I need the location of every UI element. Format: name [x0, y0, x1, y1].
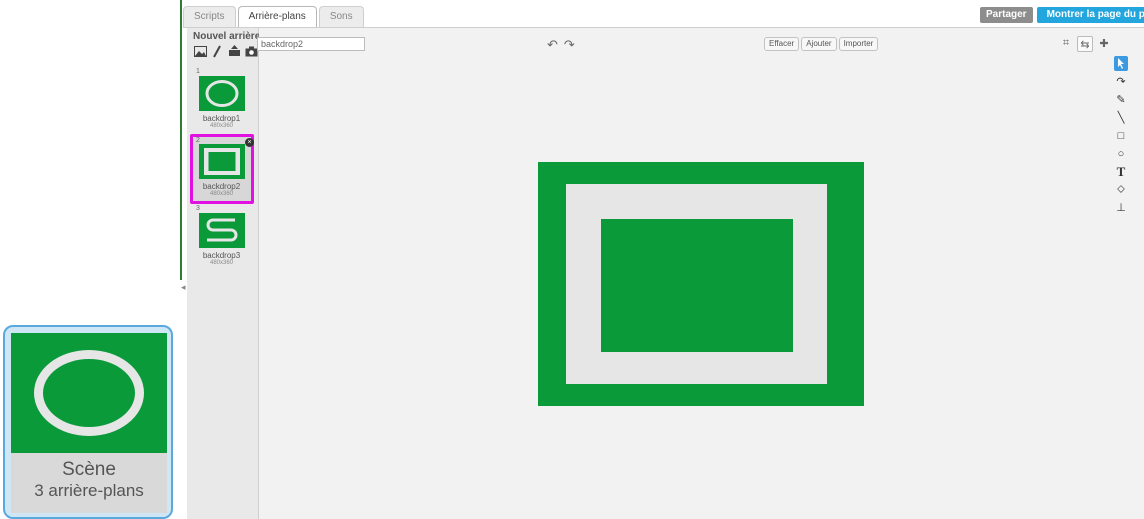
stamp-icon[interactable]: ⊥ — [1114, 200, 1128, 215]
backdrop-item[interactable]: 3 backdrop3 480x360 — [190, 205, 253, 266]
backdrop-size: 480x360 — [209, 260, 234, 266]
inner-green-rectangle — [601, 219, 793, 352]
backdrop-number: 3 — [196, 205, 200, 212]
header-actions: Partager Montrer la page du projet — [980, 7, 1144, 23]
stage-selector[interactable]: Scène 3 arrière-plans — [3, 325, 173, 519]
ellipse-icon[interactable]: ○ — [1114, 146, 1128, 161]
backdrop-name: backdrop3 — [202, 251, 241, 260]
tab-sounds[interactable]: Sons — [318, 6, 364, 27]
collapse-handle-icon[interactable]: ◂ — [181, 282, 186, 293]
stage-backdrop-count: 3 arrière-plans — [34, 481, 144, 500]
clear-button[interactable]: Effacer — [764, 37, 800, 51]
backdrop-name-input[interactable]: backdrop2 — [257, 37, 365, 51]
backdrop-number: 2 — [196, 137, 200, 144]
backdrop-name: backdrop2 — [202, 182, 241, 191]
backdrop-size: 480x360 — [209, 123, 234, 129]
pencil-icon[interactable]: ✎ — [1114, 92, 1128, 107]
delete-backdrop-icon[interactable]: × — [245, 138, 254, 147]
paint-tool-column: ↷ ✎ ╲ □ ○ T ⬦ ⊥ — [1114, 56, 1128, 218]
fill-bucket-icon[interactable]: ⬦ — [1114, 182, 1128, 197]
stage-thumbnail — [11, 333, 167, 453]
pane-divider — [180, 0, 182, 280]
backdrop-size: 480x360 — [209, 191, 234, 197]
add-button[interactable]: Ajouter — [801, 37, 837, 51]
select-arrow-icon[interactable] — [1114, 56, 1128, 71]
canvas-view-tools: ⌗ ⇆ ✚ — [1059, 36, 1111, 52]
editor-action-buttons: Effacer Ajouter Importer — [764, 37, 879, 51]
stage-name: Scène — [62, 459, 116, 480]
tab-backdrops[interactable]: Arrière-plans — [237, 6, 317, 28]
new-backdrop-tools — [193, 44, 258, 58]
line-icon[interactable]: ╲ — [1114, 110, 1128, 125]
backdrop-item-selected[interactable]: 2 backdrop2 480x360 — [190, 137, 253, 197]
backdrop-name: backdrop1 — [202, 114, 241, 123]
backdrop-thumbnail — [198, 76, 245, 111]
text-icon[interactable]: T — [1114, 164, 1128, 179]
import-button[interactable]: Importer — [838, 37, 879, 51]
camera-icon[interactable] — [244, 44, 258, 58]
backdrop-item[interactable]: 1 backdrop1 480x360 — [190, 68, 253, 129]
undo-icon[interactable]: ↶ — [547, 37, 558, 53]
share-button[interactable]: Partager — [980, 7, 1033, 23]
tab-bar: Scripts Arrière-plans Sons — [183, 6, 366, 28]
redo-icon[interactable]: ↷ — [564, 37, 575, 53]
stage-ring-shape — [34, 350, 144, 436]
stage-label-area: Scène 3 arrière-plans — [11, 453, 167, 513]
set-costume-center-icon[interactable]: ✚ — [1097, 36, 1111, 50]
backdrop-thumbnail — [198, 213, 245, 248]
flip-horizontal-icon[interactable]: ⇆ — [1077, 36, 1093, 52]
crop-icon[interactable]: ⌗ — [1059, 36, 1073, 50]
view-project-page-button[interactable]: Montrer la page du projet — [1036, 7, 1144, 23]
upload-icon[interactable] — [227, 44, 241, 58]
rectangle-icon[interactable]: □ — [1114, 128, 1128, 143]
image-library-icon[interactable] — [193, 44, 207, 58]
undo-redo-group: ↶ ↷ — [547, 37, 575, 53]
backdrop-number: 1 — [196, 68, 200, 75]
tab-scripts[interactable]: Scripts — [183, 6, 236, 27]
reshape-icon[interactable]: ↷ — [1114, 74, 1128, 89]
view-project-label: Montrer la page du projet — [1046, 9, 1144, 20]
paint-brush-icon[interactable] — [210, 44, 224, 58]
backdrop-thumbnail — [198, 144, 245, 179]
